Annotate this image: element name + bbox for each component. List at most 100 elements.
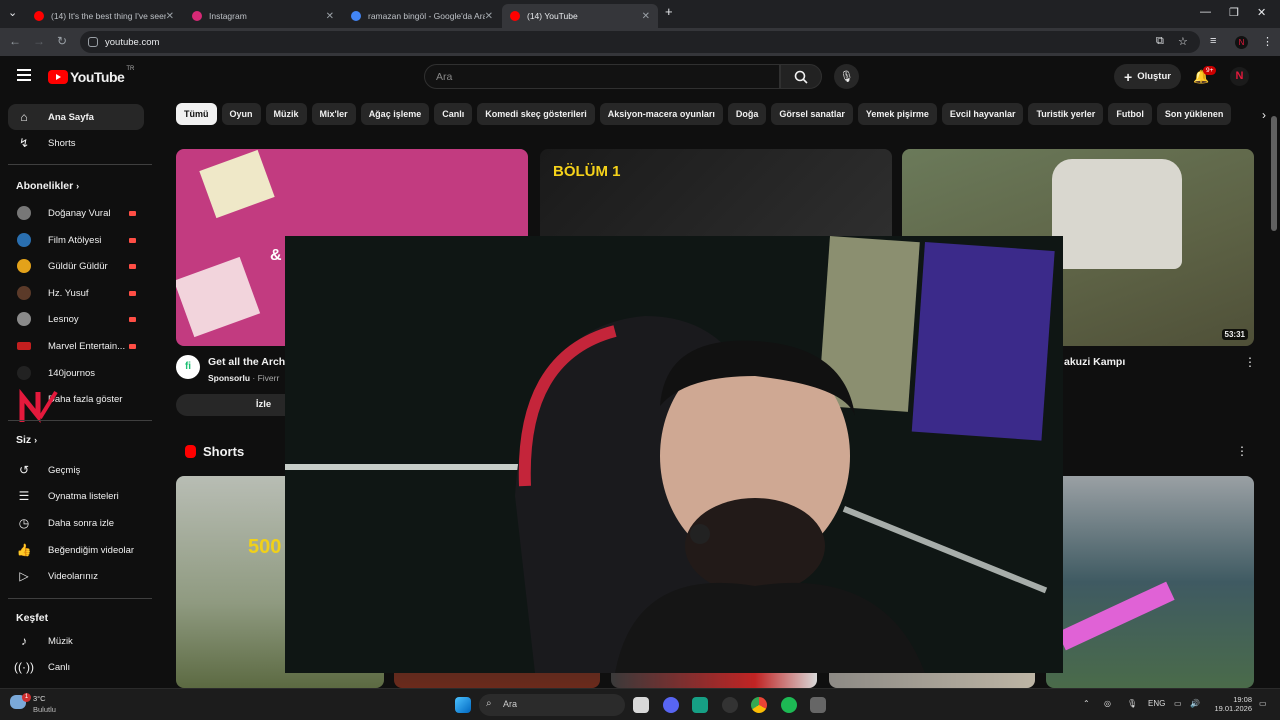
filter-chip[interactable]: Turistik yerler <box>1028 103 1104 125</box>
sidebar-item-subscription[interactable]: Marvel Entertain... <box>8 333 144 359</box>
filter-chip[interactable]: Canlı <box>434 103 473 125</box>
sidebar-item-history[interactable]: ↺ Geçmiş <box>8 457 144 483</box>
whatsapp-icon[interactable] <box>692 697 708 713</box>
sidebar-item-subscription[interactable]: Hz. Yusuf <box>8 280 144 306</box>
tab-title: Instagram <box>209 11 247 21</box>
fiverr-logo[interactable]: fi <box>176 355 200 379</box>
app-icon[interactable] <box>810 697 826 713</box>
spotify-icon[interactable] <box>781 697 797 713</box>
discord-icon[interactable] <box>663 697 679 713</box>
sidebar-item-subscription[interactable]: 140journos <box>8 360 144 386</box>
instagram-favicon-icon <box>192 11 202 21</box>
profile-avatar-icon[interactable]: N <box>1235 36 1248 49</box>
sidebar-item-subscription[interactable]: Film Atölyesi <box>8 227 144 253</box>
network-icon[interactable]: ◎ <box>1104 699 1111 708</box>
address-bar[interactable]: youtube.com <box>80 31 1200 53</box>
sidebar-item-shorts[interactable]: ↯ Shorts <box>8 130 144 156</box>
browser-tab[interactable]: Instagram ✕ <box>184 4 342 28</box>
live-indicator-icon <box>129 210 136 216</box>
youtube-logo[interactable]: YouTube TR <box>48 66 134 85</box>
wifi-icon[interactable]: ▭ <box>1174 699 1182 708</box>
voice-search-button[interactable]: 🎙 <box>834 64 859 89</box>
filter-chip[interactable]: Son yüklenen <box>1156 103 1232 125</box>
more-options-icon[interactable]: ⋮ <box>1236 444 1248 458</box>
filter-chip[interactable]: Komedi skeç gösterileri <box>477 103 595 125</box>
subscriptions-header[interactable]: Abonelikler › <box>16 180 79 192</box>
reload-icon[interactable]: ↻ <box>57 34 67 48</box>
chevron-right-icon[interactable]: › <box>1262 108 1266 122</box>
close-window-icon[interactable]: ✕ <box>1257 6 1266 19</box>
install-app-icon[interactable]: ⧉ <box>1156 35 1164 48</box>
volume-icon[interactable]: 🔊 <box>1190 699 1200 708</box>
video-title[interactable]: akuzi Kampı <box>1064 356 1125 368</box>
sidebar-item-your-videos[interactable]: ▷ Videolarınız <box>8 563 144 589</box>
more-options-icon[interactable]: ⋮ <box>1244 355 1256 369</box>
sidebar-item-liked-videos[interactable]: 👍 Beğendiğim videolar <box>8 537 144 563</box>
filter-chip[interactable]: Aksiyon-macera oyunları <box>599 103 723 125</box>
watch-later-icon: ◷ <box>18 516 30 530</box>
notification-icon[interactable]: ▭ <box>1259 699 1267 708</box>
you-header[interactable]: Siz › <box>16 434 37 446</box>
filter-chip[interactable]: Doğa <box>727 103 767 125</box>
close-tab-icon[interactable]: ✕ <box>642 11 650 22</box>
filter-chip[interactable]: Futbol <box>1108 103 1152 125</box>
media-controls-icon[interactable]: ≡ <box>1210 35 1216 47</box>
close-tab-icon[interactable]: ✕ <box>485 11 493 22</box>
live-indicator-icon <box>129 290 136 296</box>
maximize-icon[interactable]: ❐ <box>1229 6 1239 19</box>
hamburger-menu-icon[interactable] <box>17 69 31 84</box>
windows-start-icon[interactable] <box>455 697 471 713</box>
sidebar-item-subscription[interactable]: Lesnoy <box>8 306 144 332</box>
back-icon[interactable]: ← <box>9 34 21 48</box>
filter-chip[interactable]: Oyun <box>221 103 261 125</box>
chrome-icon[interactable] <box>751 697 767 713</box>
sidebar-item-home[interactable]: ⌂ Ana Sayfa <box>8 104 144 130</box>
browser-menu-icon[interactable]: ⋮ <box>1262 35 1273 48</box>
system-clock[interactable]: 19:08 19.01.2026 <box>1210 695 1252 713</box>
steam-icon[interactable] <box>722 697 738 713</box>
sidebar-item-music[interactable]: ♪ Müzik <box>8 628 144 654</box>
filter-chip[interactable]: Mix'ler <box>311 103 356 125</box>
tray-chevron-icon[interactable]: ⌃ <box>1083 699 1090 708</box>
filter-chip[interactable]: Evcil hayvanlar <box>941 103 1024 125</box>
video-title[interactable]: Get all the Archi <box>208 356 288 368</box>
sidebar-item-label: Oynatma listeleri <box>48 490 119 502</box>
page-scrollbar[interactable] <box>1271 116 1277 231</box>
search-button[interactable] <box>780 64 822 89</box>
tab-search-icon[interactable]: ⌄ <box>8 6 17 19</box>
browser-tab[interactable]: (14) It's the best thing I've seen ✕ <box>26 4 182 28</box>
microphone-icon[interactable]: 🎙 <box>1127 699 1137 708</box>
create-button[interactable]: + Oluştur <box>1114 64 1181 89</box>
account-avatar[interactable]: N <box>1230 67 1249 86</box>
task-view-icon[interactable] <box>633 697 649 713</box>
short-thumbnail[interactable] <box>1046 476 1254 688</box>
thumbnail-text: 500 <box>248 536 282 558</box>
new-tab-icon[interactable]: + <box>665 4 673 19</box>
minimize-icon[interactable]: — <box>1200 6 1211 18</box>
forward-icon[interactable]: → <box>33 34 45 48</box>
browser-tab-active[interactable]: (14) YouTube ✕ <box>502 4 658 28</box>
sidebar-item-subscription[interactable]: Doğanay Vural <box>8 200 144 226</box>
filter-chip[interactable]: Yemek pişirme <box>857 103 937 125</box>
language-indicator[interactable]: ENG <box>1148 699 1165 708</box>
filter-chip[interactable]: Görsel sanatlar <box>771 103 853 125</box>
ad-channel: · Fiverr <box>252 373 280 383</box>
close-tab-icon[interactable]: ✕ <box>166 11 174 22</box>
sidebar-item-subscription[interactable]: Güldür Güldür <box>8 253 144 279</box>
shorts-section-header: Shorts <box>185 444 244 459</box>
music-icon: ♪ <box>21 634 27 648</box>
sidebar-item-watch-later[interactable]: ◷ Daha sonra izle <box>8 510 144 536</box>
bookmark-star-icon[interactable]: ☆ <box>1178 35 1188 48</box>
channel-avatar <box>17 286 31 300</box>
filter-chip[interactable]: Ağaç işleme <box>360 103 430 125</box>
filter-chip[interactable]: Tümü <box>176 103 217 125</box>
site-info-icon[interactable] <box>88 37 98 47</box>
search-input[interactable]: Ara <box>424 64 780 89</box>
sidebar-item-live[interactable]: ((·)) Canlı <box>8 654 144 680</box>
sidebar-item-playlists[interactable]: ☰ Oynatma listeleri <box>8 483 144 509</box>
taskbar-search-input[interactable]: Ara <box>479 694 625 716</box>
close-tab-icon[interactable]: ✕ <box>326 11 334 22</box>
browser-tab[interactable]: ramazan bingöl - Google'da Ara ✕ <box>343 4 501 28</box>
filter-chip[interactable]: Müzik <box>265 103 307 125</box>
sidebar-item-label: Canlı <box>48 661 71 673</box>
